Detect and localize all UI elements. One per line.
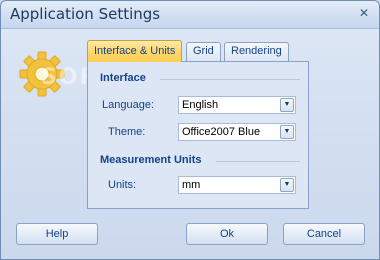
section-divider [216, 161, 300, 162]
measurement-section-title: Measurement Units [100, 154, 202, 166]
units-label: Units: [108, 179, 137, 191]
units-value: mm [182, 179, 201, 191]
close-icon[interactable]: ✕ [355, 4, 373, 21]
language-label: Language: [102, 99, 154, 111]
language-select[interactable]: English ▼ [178, 96, 296, 114]
section-divider [160, 79, 300, 80]
settings-window: Application Settings ✕ SOFTPEDIA Interfa… [0, 0, 380, 260]
tab-interface-units[interactable]: Interface & Units [87, 40, 183, 62]
title-bar[interactable]: Application Settings ✕ [1, 1, 379, 29]
cancel-button[interactable]: Cancel [283, 223, 365, 245]
tab-rendering[interactable]: Rendering [224, 42, 289, 62]
units-select[interactable]: mm ▼ [178, 176, 296, 194]
window-title: Application Settings [10, 5, 161, 23]
chevron-down-icon[interactable]: ▼ [280, 98, 294, 112]
tab-grid[interactable]: Grid [186, 42, 221, 62]
theme-label: Theme: [108, 126, 146, 138]
language-value: English [182, 99, 219, 111]
help-button[interactable]: Help [16, 223, 98, 245]
ok-button[interactable]: Ok [186, 223, 268, 245]
theme-value: Office2007 Blue [182, 126, 261, 138]
chevron-down-icon[interactable]: ▼ [280, 125, 294, 139]
theme-select[interactable]: Office2007 Blue ▼ [178, 123, 296, 141]
interface-section-title: Interface [100, 72, 146, 84]
tab-panel-interface-units: Interface Language: English ▼ Theme: Off… [87, 61, 309, 209]
chevron-down-icon[interactable]: ▼ [280, 178, 294, 192]
